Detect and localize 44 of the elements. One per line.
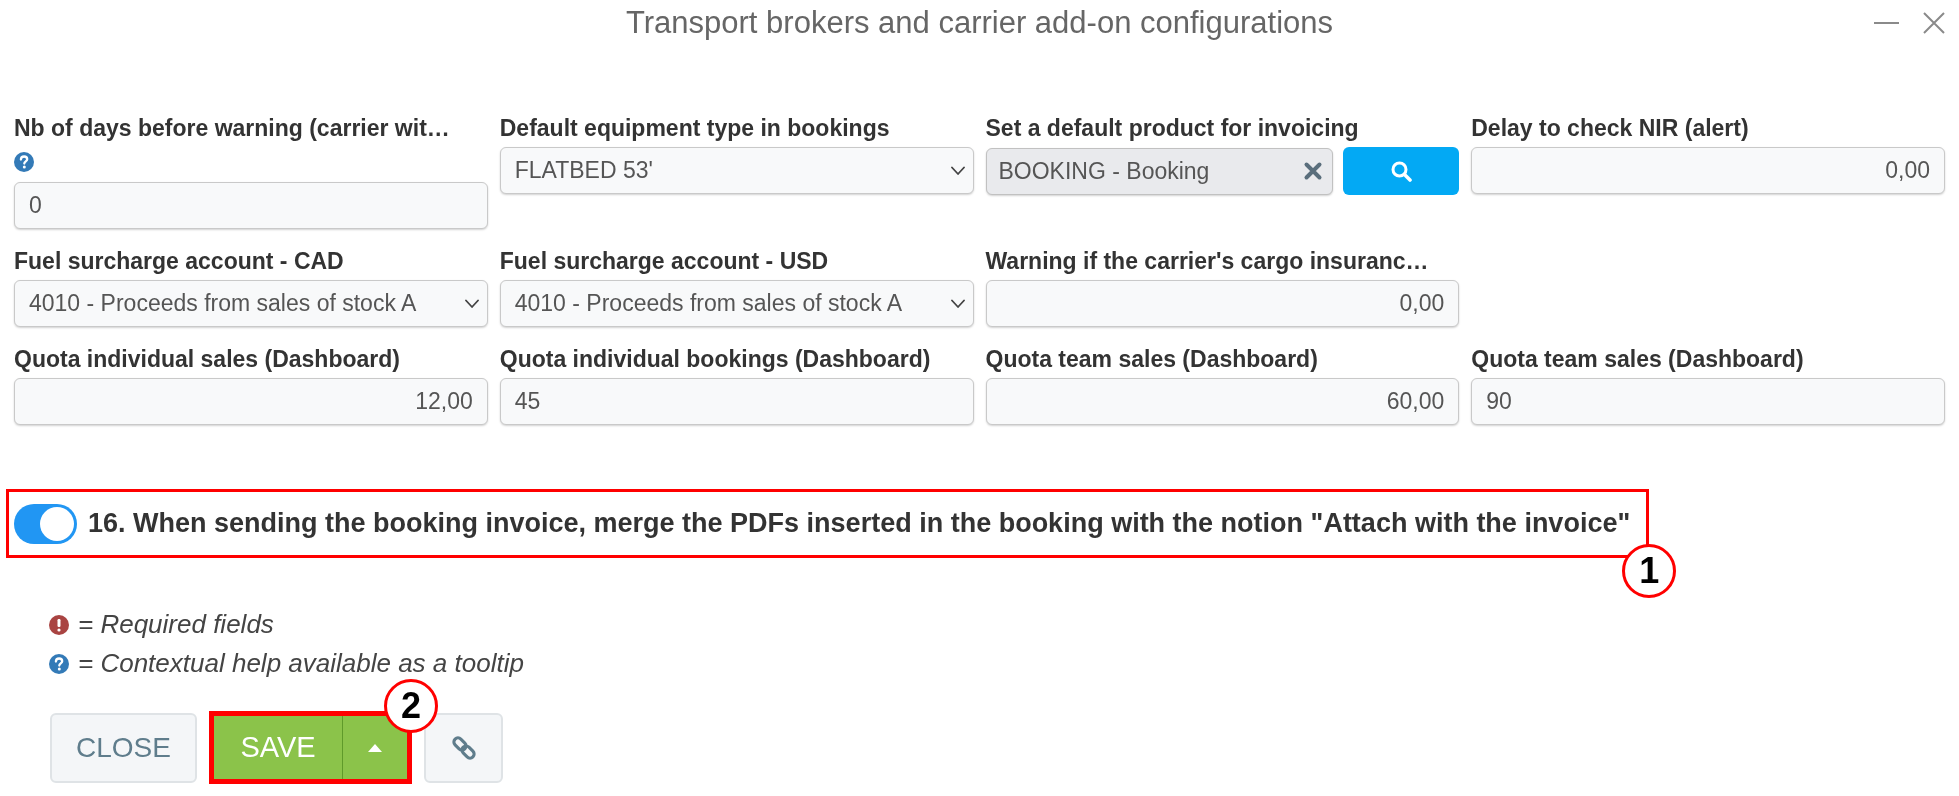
input-field[interactable]: 0 (14, 182, 488, 229)
field-label: Set a default product for invoicing (985, 115, 1360, 142)
dropdown-field[interactable]: FLATBED 53' (499, 147, 974, 194)
dropdown-field[interactable]: 4010 - Proceeds from sales of stock A (499, 280, 974, 327)
chevron-down-icon (950, 298, 965, 309)
legend-text: = Contextual help available as a tooltip (78, 647, 524, 680)
field-label: Quota individual sales (Dashboard) (14, 346, 401, 373)
field-label: Default equipment type in bookings (499, 115, 891, 142)
input-field[interactable]: 0,00 (985, 280, 1460, 327)
field-label: Nb of days before warning (carrier wit… (14, 115, 451, 142)
field-label: Fuel surcharge account - USD (499, 248, 830, 275)
search-button[interactable] (1343, 147, 1460, 195)
exclamation-icon (49, 614, 69, 635)
lookup-field[interactable]: BOOKING - Booking (985, 147, 1334, 195)
step-marker: 2 (384, 679, 438, 733)
close-icon[interactable] (1923, 12, 1945, 35)
input-field[interactable]: 0,00 (1471, 147, 1945, 194)
input-field[interactable]: 12,00 (14, 378, 488, 425)
field-label: Delay to check NIR (alert) (1471, 115, 1750, 142)
step-marker: 1 (1622, 544, 1677, 598)
minimize-icon[interactable] (1874, 22, 1899, 25)
dropdown-field[interactable]: 4010 - Proceeds from sales of stock A (14, 280, 488, 327)
caret-up-icon (368, 743, 382, 752)
field-label: Fuel surcharge account - CAD (14, 248, 345, 275)
search-icon (1390, 160, 1412, 182)
field-label: Quota team sales (Dashboard) (985, 346, 1319, 373)
field-label: Quota team sales (Dashboard) (1471, 346, 1805, 373)
window-title: Transport brokers and carrier add-on configurations (625, 4, 1333, 42)
input-field[interactable]: 90 (1471, 378, 1945, 425)
chevron-down-icon (464, 298, 479, 309)
link-button[interactable] (424, 712, 503, 783)
legend-text: = Required fields (78, 608, 274, 641)
clear-icon[interactable] (1303, 161, 1324, 181)
help-icon (49, 653, 69, 674)
caret-button[interactable] (342, 716, 407, 779)
close-button[interactable]: CLOSE (50, 712, 197, 783)
input-field[interactable]: 60,00 (985, 378, 1460, 425)
input-field[interactable]: 45 (499, 378, 974, 425)
toggle-switch[interactable] (14, 503, 77, 544)
field-label: Warning if the carrier's cargo insuranc… (985, 248, 1430, 275)
chevron-down-icon (950, 165, 965, 176)
option-label: 16. When sending the booking invoice, merge the PDFs inserted in the booking with the notion "Attach with the invoice" (88, 507, 1631, 541)
chain-link-icon (451, 735, 476, 760)
field-label: Quota individual bookings (Dashboard) (499, 346, 932, 373)
